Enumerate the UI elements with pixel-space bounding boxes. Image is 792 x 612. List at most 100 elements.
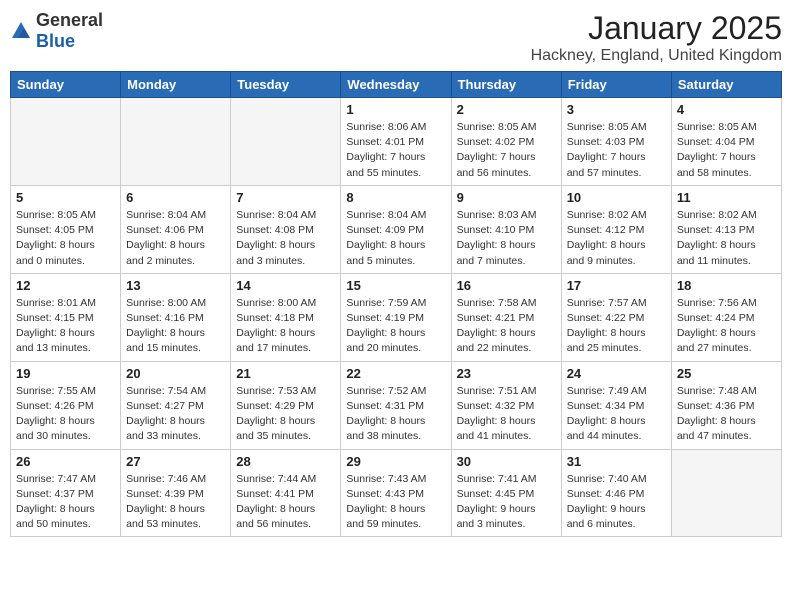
title-area: January 2025 Hackney, England, United Ki… — [531, 10, 782, 65]
cal-cell-23: 23Sunrise: 7:51 AM Sunset: 4:32 PM Dayli… — [451, 361, 561, 449]
day-number: 1 — [346, 102, 445, 117]
cal-cell-21: 21Sunrise: 7:53 AM Sunset: 4:29 PM Dayli… — [231, 361, 341, 449]
cal-cell-13: 13 Sunrise: 8:00 AM Sunset: 4:16 PM Dayli… — [121, 273, 231, 361]
calendar-table: SundayMondayTuesdayWednesdayThursdayFrid… — [10, 71, 782, 537]
day-detail: Sunrise: 8:04 AM Sunset: 4:09 PM Dayligh… — [346, 208, 445, 269]
day-number: 28 — [236, 454, 335, 469]
day-number: 5 — [16, 190, 115, 205]
weekday-header-saturday: Saturday — [671, 72, 781, 98]
cal-cell-11: 11 Sunrise: 8:02 AM Sunset: 4:13 PM Dayli… — [671, 185, 781, 273]
day-detail: Sunrise: 8:02 AM Sunset: 4:12 PM Dayligh… — [567, 208, 666, 269]
cal-cell-5: 5 Sunrise: 8:05 AM Sunset: 4:05 PM Daylig… — [11, 185, 121, 273]
weekday-header-wednesday: Wednesday — [341, 72, 451, 98]
day-detail: Sunrise: 7:49 AM Sunset: 4:34 PM Dayligh… — [567, 384, 666, 445]
day-detail: Sunrise: 7:44 AM Sunset: 4:41 PM Dayligh… — [236, 472, 335, 533]
day-number: 26 — [16, 454, 115, 469]
day-detail: Sunrise: 7:41 AM Sunset: 4:45 PM Dayligh… — [457, 472, 556, 533]
day-number: 23 — [457, 366, 556, 381]
cal-cell-16: 16 Sunrise: 7:58 AM Sunset: 4:21 PM Dayli… — [451, 273, 561, 361]
day-detail: Sunrise: 7:40 AM Sunset: 4:46 PM Dayligh… — [567, 472, 666, 533]
cal-cell-7: 7 Sunrise: 8:04 AM Sunset: 4:08 PM Daylig… — [231, 185, 341, 273]
cal-cell-17: 17Sunrise: 7:57 AM Sunset: 4:22 PM Dayli… — [561, 273, 671, 361]
week-row-5: 26 Sunrise: 7:47 AM Sunset: 4:37 PM Dayli… — [11, 449, 782, 537]
cal-cell-25: 25Sunrise: 7:48 AM Sunset: 4:36 PM Dayli… — [671, 361, 781, 449]
location-subtitle: Hackney, England, United Kingdom — [531, 47, 782, 65]
day-number: 15 — [346, 278, 445, 293]
day-detail: Sunrise: 8:05 AM Sunset: 4:04 PM Dayligh… — [677, 120, 776, 181]
day-detail: Sunrise: 8:01 AM Sunset: 4:15 PM Dayligh… — [16, 296, 115, 357]
day-detail: Sunrise: 7:47 AM Sunset: 4:37 PM Dayligh… — [16, 472, 115, 533]
day-number: 14 — [236, 278, 335, 293]
day-detail: Sunrise: 8:04 AM Sunset: 4:06 PM Dayligh… — [126, 208, 225, 269]
day-number: 10 — [567, 190, 666, 205]
cal-cell-empty-0-2 — [231, 98, 341, 186]
day-detail: Sunrise: 7:56 AM Sunset: 4:24 PM Dayligh… — [677, 296, 776, 357]
day-number: 19 — [16, 366, 115, 381]
day-number: 22 — [346, 366, 445, 381]
day-number: 20 — [126, 366, 225, 381]
cal-cell-12: 12Sunrise: 8:01 AM Sunset: 4:15 PM Dayli… — [11, 273, 121, 361]
day-number: 9 — [457, 190, 556, 205]
week-row-2: 5 Sunrise: 8:05 AM Sunset: 4:05 PM Daylig… — [11, 185, 782, 273]
cal-cell-19: 19Sunrise: 7:55 AM Sunset: 4:26 PM Dayli… — [11, 361, 121, 449]
day-detail: Sunrise: 7:57 AM Sunset: 4:22 PM Dayligh… — [567, 296, 666, 357]
day-detail: Sunrise: 7:58 AM Sunset: 4:21 PM Dayligh… — [457, 296, 556, 357]
day-detail: Sunrise: 7:46 AM Sunset: 4:39 PM Dayligh… — [126, 472, 225, 533]
logo: General Blue — [10, 10, 103, 52]
day-detail: Sunrise: 8:00 AM Sunset: 4:18 PM Dayligh… — [236, 296, 335, 357]
weekday-header-monday: Monday — [121, 72, 231, 98]
weekday-header-thursday: Thursday — [451, 72, 561, 98]
cal-cell-4: 4 Sunrise: 8:05 AM Sunset: 4:04 PM Daylig… — [671, 98, 781, 186]
day-number: 16 — [457, 278, 556, 293]
day-number: 27 — [126, 454, 225, 469]
logo-text: General Blue — [36, 10, 103, 52]
cal-cell-3: 3 Sunrise: 8:05 AM Sunset: 4:03 PM Daylig… — [561, 98, 671, 186]
day-detail: Sunrise: 8:02 AM Sunset: 4:13 PM Dayligh… — [677, 208, 776, 269]
weekday-header-tuesday: Tuesday — [231, 72, 341, 98]
week-row-1: 1 Sunrise: 8:06 AM Sunset: 4:01 PM Daylig… — [11, 98, 782, 186]
day-detail: Sunrise: 7:52 AM Sunset: 4:31 PM Dayligh… — [346, 384, 445, 445]
day-detail: Sunrise: 8:04 AM Sunset: 4:08 PM Dayligh… — [236, 208, 335, 269]
day-number: 4 — [677, 102, 776, 117]
day-number: 3 — [567, 102, 666, 117]
day-number: 13 — [126, 278, 225, 293]
day-detail: Sunrise: 8:05 AM Sunset: 4:05 PM Dayligh… — [16, 208, 115, 269]
day-detail: Sunrise: 7:54 AM Sunset: 4:27 PM Dayligh… — [126, 384, 225, 445]
day-detail: Sunrise: 7:59 AM Sunset: 4:19 PM Dayligh… — [346, 296, 445, 357]
day-number: 7 — [236, 190, 335, 205]
day-detail: Sunrise: 7:43 AM Sunset: 4:43 PM Dayligh… — [346, 472, 445, 533]
cal-cell-2: 2Sunrise: 8:05 AM Sunset: 4:02 PM Daylig… — [451, 98, 561, 186]
weekday-header-row: SundayMondayTuesdayWednesdayThursdayFrid… — [11, 72, 782, 98]
weekday-header-friday: Friday — [561, 72, 671, 98]
day-number: 8 — [346, 190, 445, 205]
logo-blue: Blue — [36, 31, 75, 51]
day-number: 2 — [457, 102, 556, 117]
logo-general: General — [36, 10, 103, 30]
cal-cell-10: 10 Sunrise: 8:02 AM Sunset: 4:12 PM Dayli… — [561, 185, 671, 273]
day-detail: Sunrise: 8:06 AM Sunset: 4:01 PM Dayligh… — [346, 120, 445, 181]
cal-cell-14: 14 Sunrise: 8:00 AM Sunset: 4:18 PM Dayli… — [231, 273, 341, 361]
cal-cell-empty-4-6 — [671, 449, 781, 537]
cal-cell-empty-0-0 — [11, 98, 121, 186]
day-detail: Sunrise: 8:00 AM Sunset: 4:16 PM Dayligh… — [126, 296, 225, 357]
cal-cell-empty-0-1 — [121, 98, 231, 186]
cal-cell-15: 15 Sunrise: 7:59 AM Sunset: 4:19 PM Dayli… — [341, 273, 451, 361]
cal-cell-18: 18Sunrise: 7:56 AM Sunset: 4:24 PM Dayli… — [671, 273, 781, 361]
cal-cell-22: 22 Sunrise: 7:52 AM Sunset: 4:31 PM Dayli… — [341, 361, 451, 449]
weekday-header-sunday: Sunday — [11, 72, 121, 98]
cal-cell-20: 20 Sunrise: 7:54 AM Sunset: 4:27 PM Dayli… — [121, 361, 231, 449]
week-row-3: 12Sunrise: 8:01 AM Sunset: 4:15 PM Dayli… — [11, 273, 782, 361]
logo-icon — [10, 20, 32, 42]
cal-cell-31: 31 Sunrise: 7:40 AM Sunset: 4:46 PM Dayli… — [561, 449, 671, 537]
cal-cell-27: 27 Sunrise: 7:46 AM Sunset: 4:39 PM Dayli… — [121, 449, 231, 537]
day-number: 11 — [677, 190, 776, 205]
cal-cell-8: 8 Sunrise: 8:04 AM Sunset: 4:09 PM Daylig… — [341, 185, 451, 273]
day-detail: Sunrise: 7:48 AM Sunset: 4:36 PM Dayligh… — [677, 384, 776, 445]
day-number: 29 — [346, 454, 445, 469]
day-number: 31 — [567, 454, 666, 469]
cal-cell-24: 24Sunrise: 7:49 AM Sunset: 4:34 PM Dayli… — [561, 361, 671, 449]
month-title: January 2025 — [531, 10, 782, 47]
day-detail: Sunrise: 8:05 AM Sunset: 4:03 PM Dayligh… — [567, 120, 666, 181]
cal-cell-26: 26 Sunrise: 7:47 AM Sunset: 4:37 PM Dayli… — [11, 449, 121, 537]
cal-cell-1: 1 Sunrise: 8:06 AM Sunset: 4:01 PM Daylig… — [341, 98, 451, 186]
